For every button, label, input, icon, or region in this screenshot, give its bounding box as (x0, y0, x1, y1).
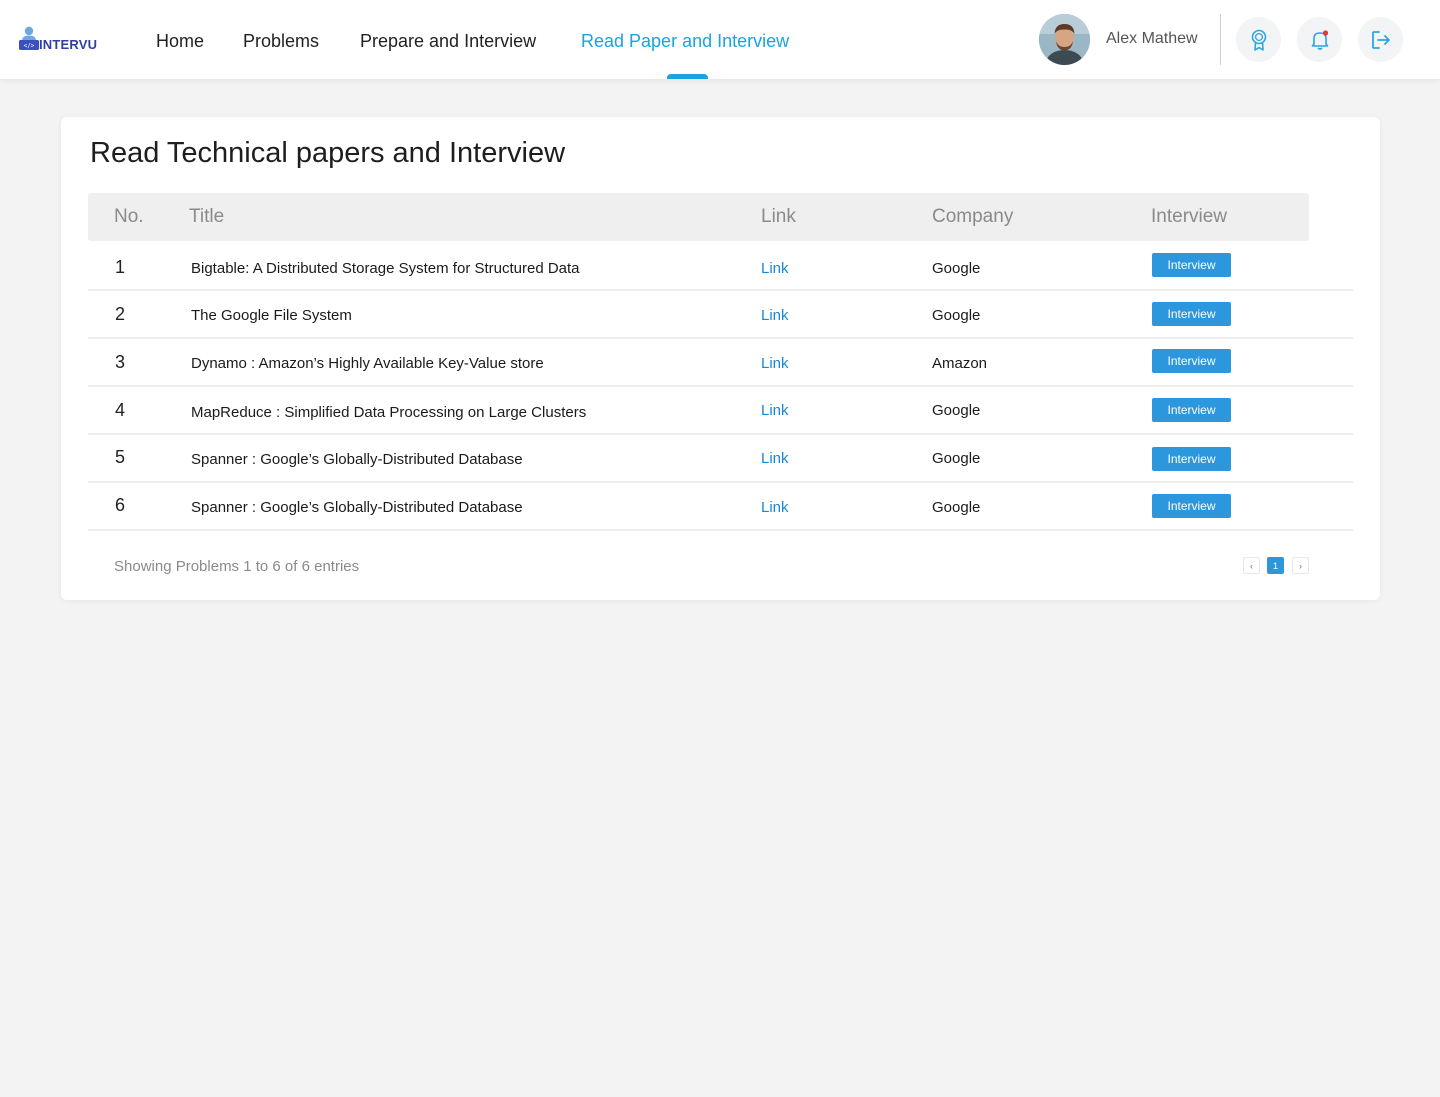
avatar[interactable] (1039, 14, 1090, 65)
company-name: Google (932, 450, 981, 467)
logout-icon (1371, 30, 1390, 49)
paper-link[interactable]: Link (761, 402, 789, 419)
award-icon (1251, 29, 1266, 51)
paper-title: Spanner : Google’s Globally-Distributed … (191, 499, 523, 516)
nav-home[interactable]: Home (156, 31, 204, 52)
user-name: Alex Mathew (1106, 30, 1198, 47)
interview-button[interactable]: Interview (1152, 349, 1231, 373)
column-header-no: No. (114, 206, 144, 227)
paper-title: Dynamo : Amazon’s Highly Available Key-V… (191, 355, 544, 372)
table-row: 1 Bigtable: A Distributed Storage System… (88, 241, 1353, 291)
paper-link[interactable]: Link (761, 307, 789, 324)
table-row: 2 The Google File System Link Google Int… (88, 289, 1353, 339)
row-number: 5 (115, 447, 126, 467)
active-nav-indicator (667, 74, 708, 79)
company-name: Google (932, 402, 981, 419)
page-title: Read Technical papers and Interview (90, 137, 566, 169)
interview-button[interactable]: Interview (1152, 494, 1231, 518)
logout-button[interactable] (1358, 17, 1403, 62)
nav-read-paper-and-interview[interactable]: Read Paper and Interview (581, 31, 789, 52)
paper-title: Bigtable: A Distributed Storage System f… (191, 260, 580, 277)
column-header-interview: Interview (1151, 206, 1228, 227)
achievements-button[interactable] (1236, 17, 1281, 62)
brand-name: INTERVU (39, 37, 98, 52)
interview-button[interactable]: Interview (1152, 447, 1231, 471)
pagination-page-1[interactable]: 1 (1267, 557, 1284, 574)
interview-button[interactable]: Interview (1152, 398, 1231, 422)
company-name: Amazon (932, 355, 988, 372)
paper-title: Spanner : Google’s Globally-Distributed … (191, 451, 523, 468)
table-row: 6 Spanner : Google’s Globally-Distribute… (88, 481, 1353, 531)
notification-dot (1322, 29, 1328, 36)
header-divider (1220, 14, 1221, 65)
pagination-next-button[interactable]: › (1292, 557, 1309, 574)
interview-button[interactable]: Interview (1152, 302, 1231, 326)
paper-title: The Google File System (191, 307, 352, 324)
entries-summary: Showing Problems 1 to 6 of 6 entries (114, 558, 360, 575)
bell-icon (1311, 29, 1328, 50)
interviewer-logo-icon: </> (19, 26, 39, 50)
company-name: Google (932, 499, 981, 516)
intervu-logo[interactable]: </> INTERVU (15, 26, 105, 56)
paper-link[interactable]: Link (761, 450, 789, 467)
column-header-link: Link (761, 206, 796, 227)
row-number: 2 (115, 304, 126, 324)
table-row: 3 Dynamo : Amazon’s Highly Available Key… (88, 337, 1353, 387)
paper-title: MapReduce : Simplified Data Processing o… (191, 404, 587, 421)
company-name: Google (932, 307, 981, 324)
svg-text:</>: </> (24, 43, 35, 50)
row-number: 3 (115, 352, 126, 372)
notifications-button[interactable] (1297, 17, 1342, 62)
paper-link[interactable]: Link (761, 355, 789, 372)
row-number: 6 (115, 495, 126, 515)
pagination-prev-button[interactable]: ‹ (1243, 557, 1260, 574)
row-number: 1 (115, 257, 126, 277)
nav-problems[interactable]: Problems (243, 31, 319, 52)
paper-link[interactable]: Link (761, 499, 789, 516)
column-header-title: Title (189, 206, 225, 227)
top-navbar: </> INTERVU Home Problems Prepare and In… (0, 0, 1440, 79)
column-header-company: Company (932, 206, 1014, 227)
nav-prepare-and-interview[interactable]: Prepare and Interview (360, 31, 536, 52)
table-header: No. Title Link Company Interview (88, 193, 1309, 241)
paper-link[interactable]: Link (761, 260, 789, 277)
table-row: 5 Spanner : Google’s Globally-Distribute… (88, 433, 1353, 483)
papers-card: Read Technical papers and Interview No. … (61, 117, 1380, 600)
user-photo-icon (1039, 14, 1090, 65)
table-row: 4 MapReduce : Simplified Data Processing… (88, 385, 1353, 435)
interview-button[interactable]: Interview (1152, 253, 1231, 277)
company-name: Google (932, 260, 981, 277)
row-number: 4 (115, 400, 126, 420)
